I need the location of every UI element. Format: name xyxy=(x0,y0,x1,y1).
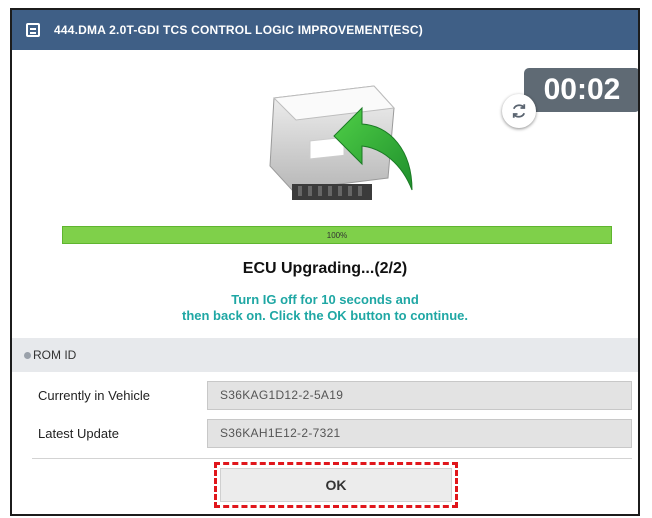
dialog-window: 444.DMA 2.0T-GDI TCS CONTROL LOGIC IMPRO… xyxy=(10,8,640,516)
title-bar: 444.DMA 2.0T-GDI TCS CONTROL LOGIC IMPRO… xyxy=(12,10,638,50)
countdown-timer: 00:02 xyxy=(524,68,638,112)
ok-button[interactable]: OK xyxy=(220,468,452,502)
bullet-icon xyxy=(24,351,31,359)
rom-row-latest: Latest Update S36KAH1E12-2-7321 xyxy=(12,414,638,452)
latest-update-label: Latest Update xyxy=(38,425,119,441)
current-vehicle-value: S36KAG1D12-2-5A19 xyxy=(207,380,632,410)
instruction-text: Turn IG off for 10 seconds and then back… xyxy=(12,292,638,324)
window-title: 444.DMA 2.0T-GDI TCS CONTROL LOGIC IMPRO… xyxy=(54,23,423,37)
rom-id-header: ROM ID xyxy=(12,338,638,372)
ecu-upgrade-illustration xyxy=(262,80,422,205)
current-vehicle-label: Currently in Vehicle xyxy=(38,387,150,403)
ok-highlight-box: OK xyxy=(214,462,458,508)
status-text: ECU Upgrading...(2/2) xyxy=(242,260,408,277)
refresh-icon[interactable] xyxy=(502,94,536,128)
divider xyxy=(32,458,632,459)
progress-label: 100% xyxy=(326,230,348,240)
instruction-line-1: Turn IG off for 10 seconds and xyxy=(231,292,419,307)
instruction-line-2: then back on. Click the OK button to con… xyxy=(182,308,468,323)
rom-row-current: Currently in Vehicle S36KAG1D12-2-5A19 xyxy=(12,376,638,414)
progress-bar: 100% xyxy=(62,226,612,244)
list-icon xyxy=(26,23,40,37)
latest-update-value: S36KAH1E12-2-7321 xyxy=(207,418,632,448)
rom-id-label: ROM ID xyxy=(33,348,77,362)
